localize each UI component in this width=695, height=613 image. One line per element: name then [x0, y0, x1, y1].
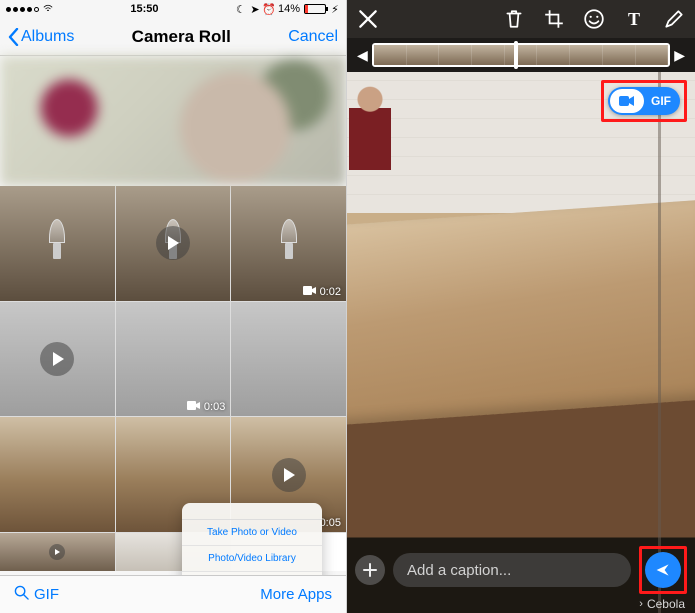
video-icon — [187, 401, 200, 413]
video-thumbnail[interactable] — [0, 302, 115, 417]
video-icon — [303, 286, 316, 298]
gif-label: GIF — [34, 586, 59, 603]
close-button[interactable] — [357, 8, 379, 30]
recent-photo-preview[interactable] — [0, 56, 346, 186]
duration-label: 0:05 — [320, 517, 341, 529]
photo-thumbnail[interactable] — [0, 186, 115, 301]
photo-thumbnail[interactable] — [0, 533, 115, 571]
recipient-name: Cebola — [647, 597, 685, 611]
video-gif-toggle[interactable]: GIF — [608, 87, 680, 115]
chevron-left-icon — [8, 28, 19, 46]
chevron-right-icon: › — [639, 598, 643, 610]
emoji-icon[interactable] — [583, 8, 605, 30]
video-editor-screen: T ◀ ▶ — [347, 0, 695, 613]
crop-icon[interactable] — [543, 8, 565, 30]
signal-strength-icon — [6, 7, 39, 12]
play-icon — [156, 226, 190, 260]
navigation-bar: Albums Camera Roll Cancel — [0, 18, 346, 56]
photo-thumbnail[interactable] — [0, 417, 115, 532]
photo-thumbnail[interactable] — [231, 302, 346, 417]
battery-icon — [304, 4, 326, 14]
send-button[interactable] — [645, 552, 681, 588]
toggle-video-mode[interactable] — [610, 89, 644, 113]
caption-placeholder: Add a caption... — [407, 562, 511, 579]
gif-search-button[interactable]: GIF — [14, 585, 59, 604]
battery-percent: 14% — [278, 3, 300, 15]
trash-icon[interactable] — [503, 8, 525, 30]
duration-label: 0:02 — [320, 286, 341, 298]
menu-option-library[interactable]: Photo/Video Library — [182, 546, 322, 572]
caption-input[interactable]: Add a caption... — [393, 553, 631, 587]
chevron-right-icon: ▶ — [674, 47, 685, 64]
plus-icon — [362, 562, 378, 578]
play-icon — [49, 544, 65, 560]
chevron-left-icon: ◀ — [357, 47, 368, 64]
do-not-disturb-icon: ☾ — [236, 4, 246, 14]
more-apps-button[interactable]: More Apps — [260, 586, 332, 603]
location-icon: ➤ — [250, 4, 260, 14]
video-thumbnail[interactable]: 0:03 — [116, 302, 231, 417]
add-media-button[interactable] — [355, 555, 385, 585]
timeline-playhead[interactable] — [514, 41, 518, 69]
text-icon[interactable]: T — [623, 8, 645, 30]
draw-icon[interactable] — [663, 8, 685, 30]
recipient-label[interactable]: › Cebola — [639, 597, 685, 611]
video-icon — [619, 95, 635, 107]
bottom-toolbar: GIF More Apps — [0, 575, 346, 613]
duration-label: 0:03 — [204, 401, 225, 413]
highlight-gif-toggle: GIF — [601, 80, 687, 122]
toggle-gif-mode[interactable]: GIF — [644, 89, 678, 113]
camera-roll-screen: 15:50 ☾ ➤ ⏰ 14% ⚡︎ Albums Camera Roll Ca… — [0, 0, 347, 613]
video-thumbnail[interactable]: 0:02 — [231, 186, 346, 301]
video-preview[interactable]: GIF Add a caption... › Cebola — [347, 72, 695, 613]
status-bar: 15:50 ☾ ➤ ⏰ 14% ⚡︎ — [0, 0, 346, 18]
alarm-icon: ⏰ — [264, 4, 274, 14]
play-icon — [272, 458, 306, 492]
cancel-button[interactable]: Cancel — [288, 28, 338, 46]
photo-grid: 0:02 0:03 0:05 — [0, 186, 346, 532]
timeline-filmstrip[interactable] — [372, 43, 670, 67]
caption-bar: Add a caption... — [347, 547, 695, 593]
editor-toolbar: T — [347, 0, 695, 38]
highlight-send-button — [639, 546, 687, 594]
status-time: 15:50 — [130, 3, 158, 15]
page-title: Camera Roll — [132, 27, 231, 47]
search-icon — [14, 585, 29, 604]
play-icon — [40, 342, 74, 376]
wifi-icon — [43, 4, 53, 14]
menu-header — [182, 503, 322, 520]
send-icon — [655, 562, 671, 578]
back-button[interactable]: Albums — [8, 28, 74, 46]
video-timeline[interactable]: ◀ ▶ — [347, 38, 695, 72]
back-label: Albums — [21, 28, 74, 46]
charging-icon: ⚡︎ — [330, 4, 340, 14]
photo-thumbnail[interactable] — [116, 186, 231, 301]
menu-option-camera[interactable]: Take Photo or Video — [182, 520, 322, 546]
